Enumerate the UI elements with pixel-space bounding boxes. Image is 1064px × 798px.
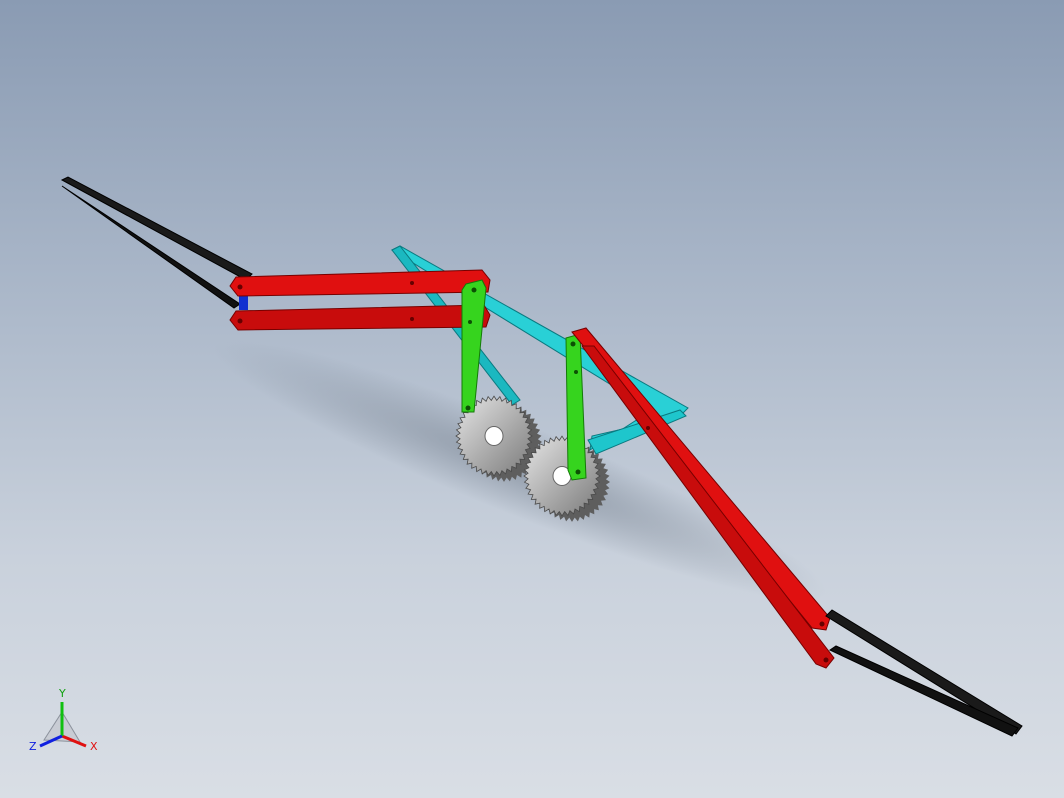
- y-axis-label: Y: [58, 687, 66, 700]
- x-axis-label: X: [90, 740, 98, 753]
- left-red-linkage[interactable]: [229, 269, 491, 331]
- left-green-pusher[interactable]: [461, 279, 487, 413]
- axis-triad: X Y Z: [29, 687, 98, 753]
- left-black-arm[interactable]: [60, 176, 253, 309]
- z-axis-label: Z: [29, 740, 37, 753]
- gear-bore: [484, 426, 504, 446]
- model-viewport[interactable]: X Y Z: [0, 0, 1064, 798]
- model-scene[interactable]: X Y Z: [0, 0, 1064, 798]
- right-black-arm[interactable]: [825, 609, 1023, 737]
